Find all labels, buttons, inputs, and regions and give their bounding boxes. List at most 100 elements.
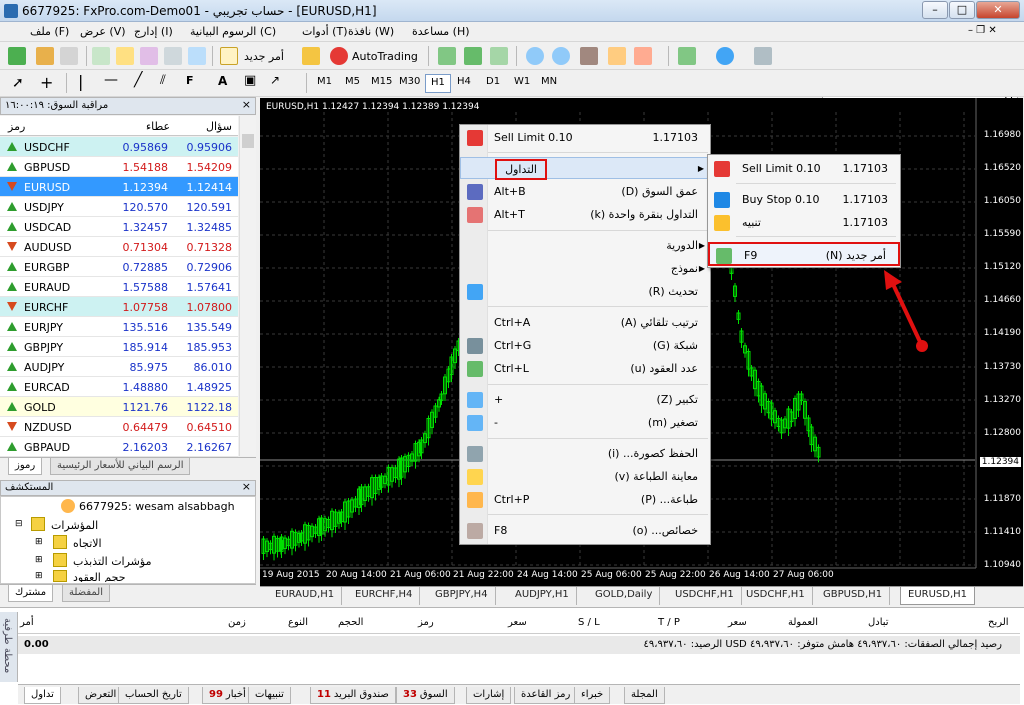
terminal-column[interactable]: سعر	[508, 617, 527, 628]
chart-tab[interactable]: USDCHF,H1	[739, 587, 813, 605]
context-menu-item[interactable]: Ctrl+A ترتيب تلقائي (A)	[460, 312, 710, 334]
context-menu-item[interactable]: Ctrl+P طباعة... (P)	[460, 489, 710, 511]
context-menu-item[interactable]: نموذج ▶	[460, 258, 710, 280]
market-watch-row[interactable]: AUDUSD 0.71304 0.71328	[0, 237, 238, 257]
terminal-tab[interactable]: رمز القاعدة	[514, 687, 578, 704]
data-window-icon[interactable]	[164, 47, 182, 65]
fibonacci-icon[interactable]: F	[186, 74, 194, 87]
tile-windows-icon[interactable]	[580, 47, 598, 65]
terminal-icon[interactable]	[116, 47, 134, 65]
market-watch-row[interactable]: GOLD 1121.76 1122.18	[0, 397, 238, 417]
close-icon[interactable]: ×	[242, 480, 251, 493]
terminal-tab[interactable]: تاريخ الحساب	[118, 687, 189, 704]
terminal-tab[interactable]: التعرض	[78, 687, 124, 704]
market-watch-row[interactable]: GBPUSD 1.54188 1.54209	[0, 157, 238, 177]
market-watch-row[interactable]: EURUSD 1.12394 1.12414	[0, 177, 238, 197]
context-menu-item[interactable]: Sell Limit 0.10 1.17103	[460, 127, 710, 149]
close-icon[interactable]: ×	[242, 98, 251, 111]
line-chart-icon[interactable]	[490, 47, 508, 65]
tf-m1[interactable]: M1	[312, 74, 337, 93]
channel-icon[interactable]: ⫽	[160, 73, 166, 88]
terminal-column[interactable]: زمن	[228, 617, 246, 628]
terminal-tab[interactable]: تنبيهات	[248, 687, 291, 704]
tf-d1[interactable]: D1	[481, 74, 505, 93]
submenu-item[interactable]: Buy Stop 0.10 1.17103	[708, 188, 900, 212]
menu-insert[interactable]: إدارج (I)	[134, 25, 173, 38]
vertical-line-icon[interactable]: |	[78, 72, 83, 91]
text-icon[interactable]: A	[218, 74, 227, 88]
terminal-tab[interactable]: المجلة	[624, 687, 665, 704]
new-order-button[interactable]: أمر جديد	[244, 50, 284, 63]
expand-icon[interactable]: ⊟	[15, 519, 23, 529]
nav-account[interactable]: 6677925: wesam alsabbagh	[79, 500, 235, 513]
periods-icon[interactable]	[716, 47, 734, 65]
terminal-column[interactable]: العمولة	[788, 617, 818, 628]
zoom-out-icon[interactable]	[552, 47, 570, 65]
context-menu-item[interactable]: تحديث (R)	[460, 281, 710, 303]
market-watch-row[interactable]: USDCAD 1.32457 1.32485	[0, 217, 238, 237]
metaeditor-icon[interactable]	[302, 47, 320, 65]
chart-tab[interactable]: EURUSD,H1	[900, 587, 976, 605]
market-watch-row[interactable]: USDJPY 120.570 120.591	[0, 197, 238, 217]
terminal-column[interactable]: رمز	[418, 617, 434, 628]
terminal-tab[interactable]: تداول	[24, 687, 61, 704]
chart-tab[interactable]: USDCHF,H1	[668, 587, 742, 605]
terminal-column[interactable]: سعر	[728, 617, 747, 628]
zoom-in-icon[interactable]	[526, 47, 544, 65]
terminal-tab[interactable]: خبراء	[574, 687, 611, 704]
expand-icon[interactable]: ⊞	[35, 555, 43, 565]
trendline-icon[interactable]: ╱	[134, 72, 142, 88]
context-menu-item[interactable]: Alt+T التداول بنقرة واحدة (k)	[460, 204, 710, 226]
scroll-thumb[interactable]	[242, 134, 254, 148]
market-watch-row[interactable]: EURAUD 1.57588 1.57641	[0, 277, 238, 297]
nav-oscillators[interactable]: مؤشرات التذبذب	[73, 555, 151, 568]
chart-tab[interactable]: AUDJPY,H1	[508, 587, 577, 605]
strategy-tester-icon[interactable]	[140, 47, 158, 65]
terminal-column[interactable]: النوع	[288, 617, 308, 628]
horizontal-line-icon[interactable]: —	[104, 72, 118, 88]
market-watch-row[interactable]: EURCAD 1.48880 1.48925	[0, 377, 238, 397]
cursor-icon[interactable]: ➚	[12, 75, 24, 91]
market-watch-row[interactable]: GBPJPY 185.914 185.953	[0, 337, 238, 357]
terminal-column[interactable]: أمر	[20, 617, 34, 628]
maximize-button[interactable]: □	[949, 1, 975, 19]
col-bid[interactable]: عطاء	[146, 120, 170, 133]
context-menu-item[interactable]: Ctrl+G شبكة (G)	[460, 335, 710, 357]
tab-symbols[interactable]: رموز	[8, 458, 43, 475]
market-watch-row[interactable]: USDCHF 0.95869 0.95906	[0, 137, 238, 157]
market-watch-row[interactable]: EURCHF 1.07758 1.07800	[0, 297, 238, 317]
profiles-icon[interactable]	[36, 47, 54, 65]
menu-file[interactable]: ملف (F)	[30, 25, 69, 38]
label-icon[interactable]: ▣	[244, 73, 256, 88]
nav-volumes[interactable]: حجم العقود	[73, 571, 126, 582]
autoscroll-icon[interactable]	[608, 47, 626, 65]
terminal-column[interactable]: الحجم	[338, 617, 363, 628]
crosshair-icon[interactable]: +	[40, 73, 53, 92]
context-menu-item[interactable]: الحفظ كصورة... (i)	[460, 443, 710, 465]
tf-h1[interactable]: H1	[425, 74, 451, 93]
mdi-window-controls[interactable]: – ❐ ✕	[968, 25, 997, 36]
tab-common[interactable]: مشترك	[8, 585, 54, 602]
context-menu-item[interactable]: - تصغير (m)	[460, 412, 710, 434]
autotrading-icon[interactable]	[330, 47, 348, 65]
minimize-button[interactable]: –	[922, 1, 948, 19]
terminal-column[interactable]: S / L	[578, 617, 600, 628]
submenu-item[interactable]: Sell Limit 0.10 1.17103	[708, 157, 900, 181]
autotrading-button[interactable]: AutoTrading	[352, 50, 418, 63]
context-menu-item[interactable]: + تكبير (Z)	[460, 389, 710, 411]
candlestick-icon[interactable]	[464, 47, 482, 65]
expand-icon[interactable]: ⊞	[35, 537, 43, 547]
col-ask[interactable]: سؤال	[206, 120, 232, 133]
market-watch-icon[interactable]	[60, 47, 78, 65]
terminal-column[interactable]: تبادل	[868, 617, 889, 628]
terminal-tab[interactable]: إشارات	[466, 687, 512, 704]
terminal-tab[interactable]: 11 صندوق البريد	[310, 687, 396, 704]
context-menu-item[interactable]: F8 خصائص... (o)	[460, 520, 710, 542]
chart-tab[interactable]: EURAUD,H1	[268, 587, 343, 605]
indicators-icon[interactable]	[678, 47, 696, 65]
menu-help[interactable]: مساعدة (H)	[412, 25, 470, 38]
market-watch-row[interactable]: GBPAUD 2.16203 2.16267	[0, 437, 238, 457]
submenu-item[interactable]: تنبيه 1.17103	[708, 211, 900, 235]
chart-tab[interactable]: GBPUSD,H1	[816, 587, 891, 605]
nav-trend[interactable]: الاتجاه	[73, 537, 102, 550]
